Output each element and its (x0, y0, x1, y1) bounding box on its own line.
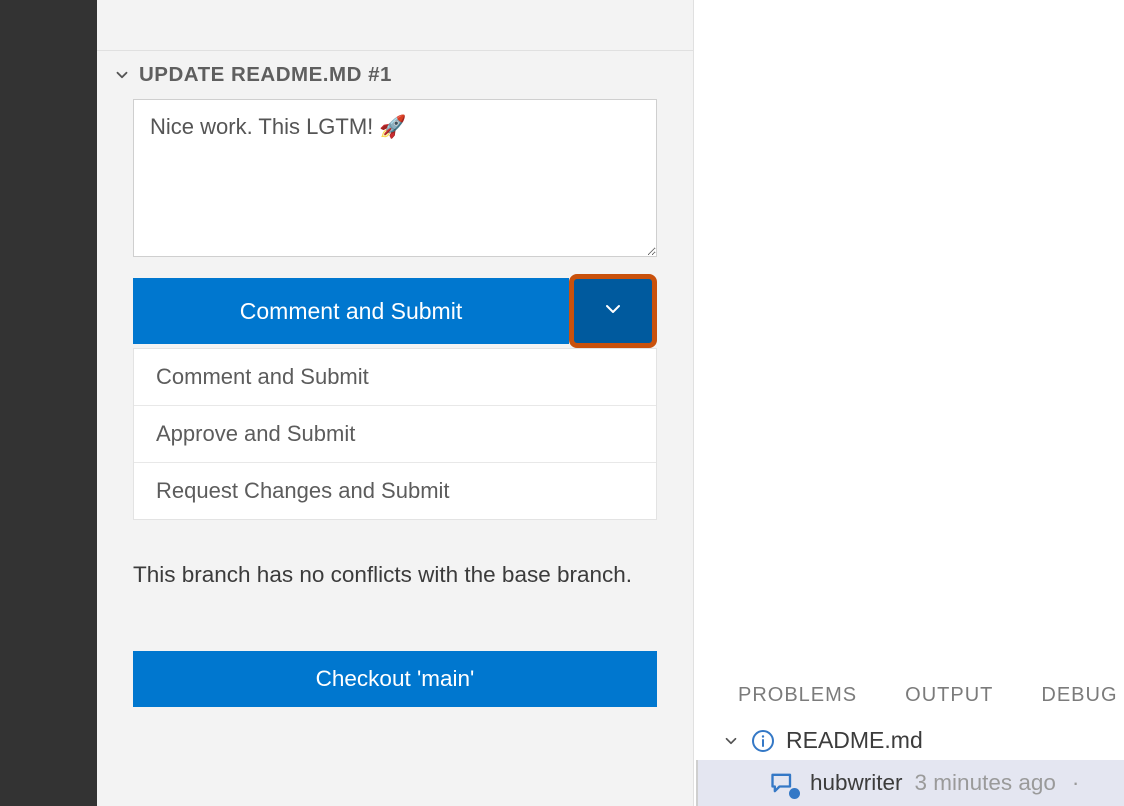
option-request-changes-and-submit[interactable]: Request Changes and Submit (134, 463, 656, 519)
sidebar-top-gap (97, 0, 693, 51)
chevron-down-icon (113, 66, 131, 84)
review-comment-input[interactable] (133, 99, 657, 257)
comment-discussion-icon (768, 768, 798, 798)
pr-section-header[interactable]: UPDATE README.MD #1 (97, 51, 693, 99)
merge-status-text: This branch has no conflicts with the ba… (133, 558, 657, 593)
separator-dot: · (1072, 770, 1080, 796)
submit-dropdown-toggle[interactable] (569, 274, 657, 348)
problem-time: 3 minutes ago (915, 770, 1056, 796)
problems-file-header[interactable]: README.md (694, 721, 1124, 760)
problem-author: hubwriter (810, 770, 903, 796)
chevron-down-icon (601, 297, 625, 326)
bottom-panel: PROBLEMS OUTPUT DEBUG README.md hubwrite… (694, 669, 1124, 806)
submit-split-button: Comment and Submit (133, 278, 657, 344)
pr-content: Comment and Submit Comment and Submit Ap… (97, 99, 693, 707)
tab-debug[interactable]: DEBUG (1041, 684, 1117, 707)
comment-and-submit-button[interactable]: Comment and Submit (133, 278, 569, 344)
submit-options-list: Comment and Submit Approve and Submit Re… (133, 348, 657, 520)
checkout-main-button[interactable]: Checkout 'main' (133, 651, 657, 707)
checkout-label: Checkout 'main' (316, 666, 475, 692)
option-comment-and-submit[interactable]: Comment and Submit (134, 349, 656, 406)
editor-area: PROBLEMS OUTPUT DEBUG README.md hubwrite… (694, 0, 1124, 806)
info-icon (750, 728, 776, 754)
tab-output[interactable]: OUTPUT (905, 684, 993, 707)
primary-submit-label: Comment and Submit (240, 298, 462, 325)
bottom-panel-tabs: PROBLEMS OUTPUT DEBUG (694, 670, 1124, 721)
problems-file-name: README.md (786, 727, 923, 754)
sidebar-panel: UPDATE README.MD #1 Comment and Submit C… (97, 0, 694, 806)
option-approve-and-submit[interactable]: Approve and Submit (134, 406, 656, 463)
chevron-down-icon (722, 732, 740, 750)
tab-problems[interactable]: PROBLEMS (738, 684, 857, 707)
problem-entry[interactable]: hubwriter 3 minutes ago · (696, 760, 1124, 806)
pr-title: UPDATE README.MD #1 (139, 63, 392, 87)
editor-main (694, 0, 1124, 669)
activity-bar[interactable] (0, 0, 97, 806)
